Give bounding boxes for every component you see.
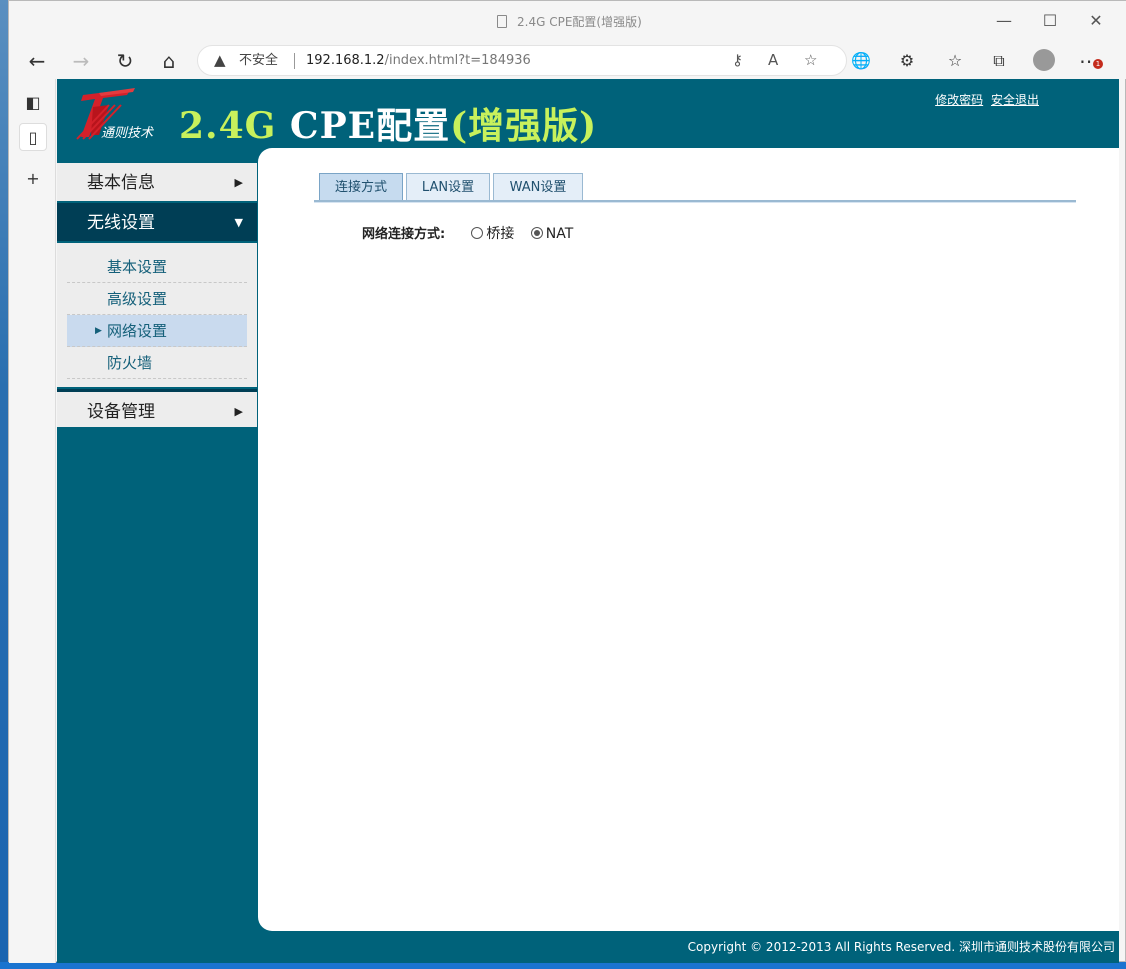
submenu-firewall[interactable]: 防火墙 bbox=[67, 347, 247, 379]
vertical-tabs-strip: ◧ ▯ + bbox=[9, 79, 56, 963]
address-bar[interactable]: ▲ 不安全 192.168.1.2/index.html?t=184936 ⚷ … bbox=[197, 45, 847, 76]
title-bar: 2.4G CPE配置(增强版) — ☐ ✕ bbox=[9, 1, 1126, 41]
notification-badge: 1 bbox=[1093, 59, 1103, 69]
extension-globe-icon[interactable]: 🌐 bbox=[847, 48, 875, 74]
desktop-taskbar-edge bbox=[0, 962, 1126, 969]
menu-wireless[interactable]: 无线设置 ▼ bbox=[57, 203, 257, 243]
tab-wan-settings[interactable]: WAN设置 bbox=[493, 173, 583, 200]
tab-connection-mode[interactable]: 连接方式 bbox=[319, 173, 403, 200]
browser-toolbar: ← → ↻ ⌂ ▲ 不安全 192.168.1.2/index.html?t=1… bbox=[9, 41, 1126, 79]
page-viewport: 通则技术 2.4G CPE配置(增强版) 修改密码 安全退出 基本信息 ▶ 无线… bbox=[57, 79, 1119, 963]
arrow-right-icon: ▶ bbox=[234, 176, 243, 189]
url-text[interactable]: 192.168.1.2/index.html?t=184936 bbox=[306, 46, 531, 75]
current-tab-icon[interactable]: ▯ bbox=[19, 123, 47, 151]
header-links: 修改密码 安全退出 bbox=[931, 91, 1039, 108]
window-title: 2.4G CPE配置(增强版) bbox=[497, 13, 642, 30]
arrow-down-icon: ▼ bbox=[234, 216, 243, 229]
radio-bridge[interactable] bbox=[471, 227, 484, 239]
extensions-icon[interactable]: ⚙ bbox=[893, 48, 921, 74]
submenu-basic-settings[interactable]: 基本设置 bbox=[67, 251, 247, 283]
read-aloud-icon[interactable]: A bbox=[768, 46, 778, 75]
browser-window: 2.4G CPE配置(增强版) — ☐ ✕ ← → ↻ ⌂ ▲ 不安全 192.… bbox=[8, 0, 1126, 963]
document-icon bbox=[497, 15, 507, 28]
brand-subtitle: 通则技术 bbox=[101, 126, 154, 141]
connection-mode-label: 网络连接方式: bbox=[362, 227, 446, 242]
collections-icon[interactable]: ⧉ bbox=[985, 48, 1013, 74]
tab-actions-icon[interactable]: ◧ bbox=[19, 89, 47, 117]
desktop-edge bbox=[0, 0, 8, 969]
radio-nat-label[interactable]: NAT bbox=[546, 226, 574, 242]
tab-underline-shadow bbox=[314, 202, 1076, 203]
favorite-add-icon[interactable]: ☆ bbox=[804, 46, 817, 75]
maximize-button[interactable]: ☐ bbox=[1035, 9, 1065, 33]
security-status[interactable]: 不安全 bbox=[239, 46, 278, 75]
arrow-right-icon: ▶ bbox=[234, 405, 243, 418]
submenu-network-settings[interactable]: ▶ 网络设置 bbox=[67, 315, 247, 347]
forward-icon[interactable]: → bbox=[67, 48, 95, 74]
back-icon[interactable]: ← bbox=[23, 48, 51, 74]
favorites-icon[interactable]: ☆ bbox=[941, 48, 969, 74]
key-icon[interactable]: ⚷ bbox=[732, 46, 743, 75]
tab-lan-settings[interactable]: LAN设置 bbox=[406, 173, 490, 200]
content-panel: 连接方式 LAN设置 WAN设置 网络连接方式: 桥接 NAT bbox=[258, 148, 1119, 931]
address-separator bbox=[294, 53, 295, 69]
close-button[interactable]: ✕ bbox=[1081, 9, 1111, 33]
connection-mode-row: 网络连接方式: 桥接 NAT bbox=[362, 223, 573, 243]
minimize-button[interactable]: — bbox=[989, 9, 1019, 33]
submenu-advanced-settings[interactable]: 高级设置 bbox=[67, 283, 247, 315]
page-title: 2.4G CPE配置(增强版) bbox=[179, 105, 598, 147]
change-password-link[interactable]: 修改密码 bbox=[935, 93, 983, 107]
sidebar-menu: 基本信息 ▶ 无线设置 ▼ 基本设置 高级设置 ▶ 网络设置 防火墙 设备管理 … bbox=[57, 163, 257, 429]
radio-bridge-label[interactable]: 桥接 bbox=[486, 226, 514, 242]
active-marker-icon: ▶ bbox=[95, 326, 102, 336]
refresh-icon[interactable]: ↻ bbox=[111, 48, 139, 74]
page-footer: Copyright © 2012-2013 All Rights Reserve… bbox=[687, 940, 1115, 954]
menu-device-management[interactable]: 设备管理 ▶ bbox=[57, 389, 257, 429]
profile-icon[interactable] bbox=[1033, 49, 1055, 71]
radio-nat[interactable] bbox=[530, 227, 543, 239]
warning-icon: ▲ bbox=[214, 51, 226, 69]
logout-link[interactable]: 安全退出 bbox=[991, 93, 1039, 107]
menu-basic-info[interactable]: 基本信息 ▶ bbox=[57, 163, 257, 203]
home-icon[interactable]: ⌂ bbox=[155, 48, 183, 74]
new-tab-icon[interactable]: + bbox=[19, 165, 47, 193]
wireless-submenu: 基本设置 高级设置 ▶ 网络设置 防火墙 bbox=[57, 243, 257, 389]
